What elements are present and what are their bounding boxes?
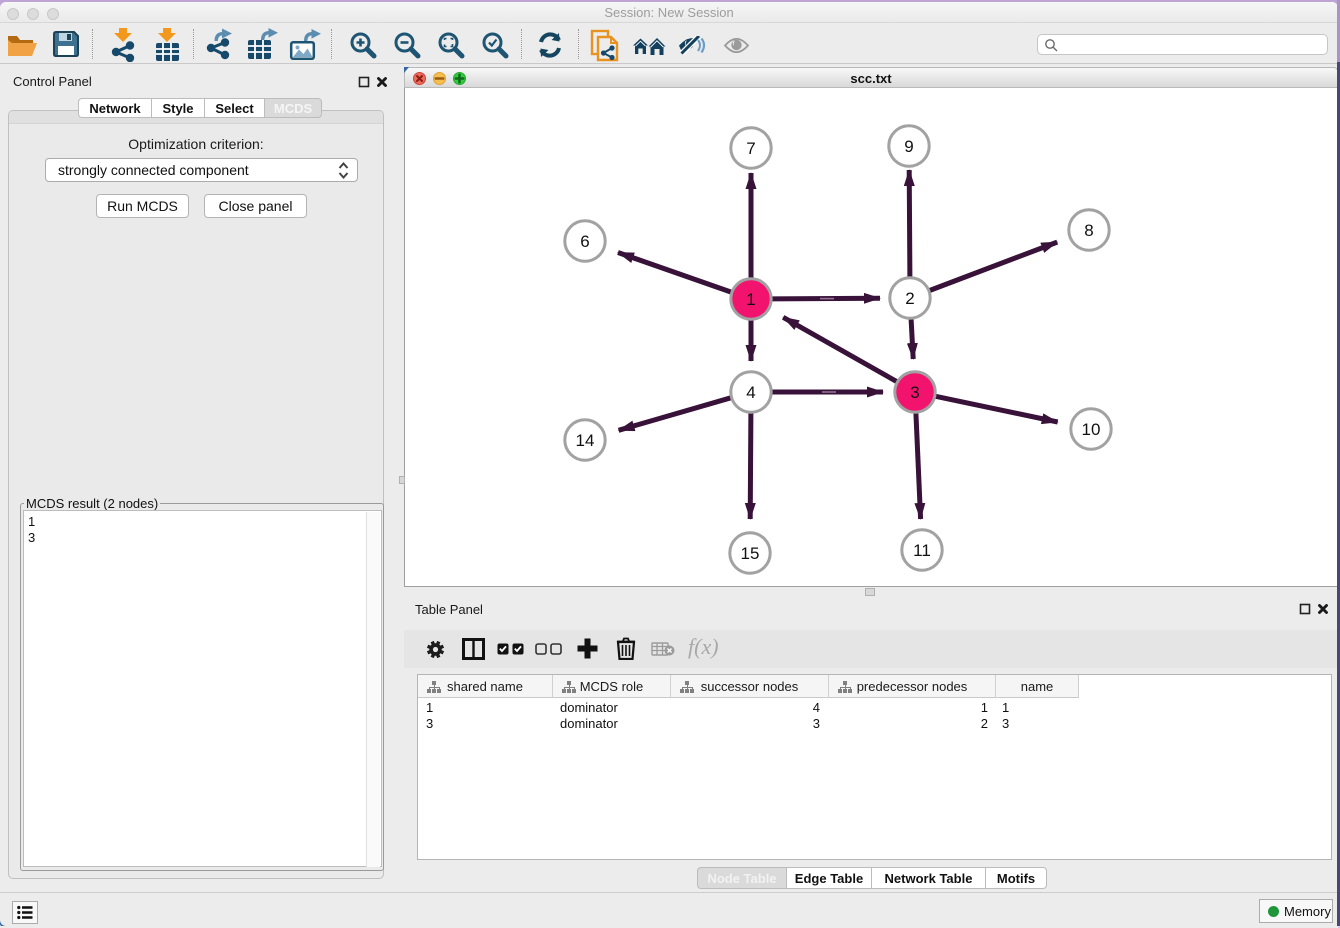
svg-text:10: 10 <box>1082 420 1101 439</box>
svg-text:6: 6 <box>580 232 589 251</box>
svg-text:7: 7 <box>746 139 755 158</box>
svg-text:14: 14 <box>576 431 595 450</box>
svg-text:1: 1 <box>746 290 755 309</box>
svg-text:8: 8 <box>1084 221 1093 240</box>
svg-text:11: 11 <box>913 541 931 560</box>
svg-text:9: 9 <box>904 137 913 156</box>
svg-text:15: 15 <box>741 544 760 563</box>
svg-text:3: 3 <box>910 383 919 402</box>
svg-text:4: 4 <box>746 383 755 402</box>
svg-text:2: 2 <box>905 289 914 308</box>
